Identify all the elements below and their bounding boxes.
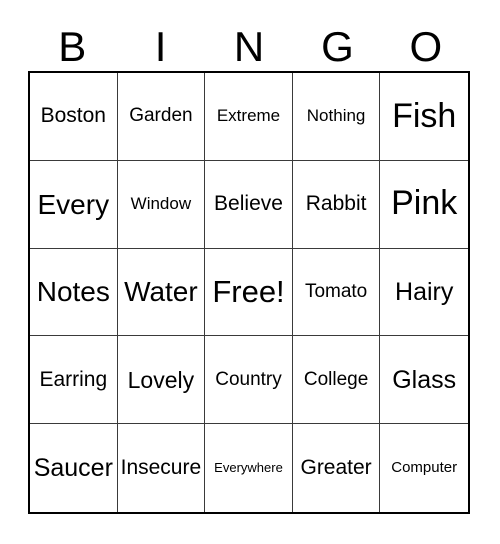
bingo-cell-label: Earring	[39, 367, 108, 391]
header-letter-b: B	[58, 22, 87, 70]
bingo-cell-label: Insecure	[120, 456, 202, 480]
bingo-cell[interactable]: Computer	[380, 424, 468, 512]
bingo-cell[interactable]: College	[292, 336, 381, 425]
bingo-cell-label: Boston	[40, 104, 106, 128]
bingo-cell[interactable]: Window	[117, 160, 206, 249]
bingo-cell[interactable]: Hairy	[380, 248, 468, 337]
bingo-cell-label: Everywhere	[214, 460, 283, 476]
bingo-cell[interactable]: Earring	[30, 336, 118, 425]
bingo-cell[interactable]: Garden	[117, 73, 206, 161]
bingo-cell-label: Computer	[391, 459, 458, 477]
header-letter-o: O	[409, 22, 443, 70]
bingo-cell-label: Saucer	[33, 453, 113, 482]
bingo-cell[interactable]: Fish	[380, 73, 468, 161]
bingo-cell[interactable]: Rabbit	[292, 160, 381, 249]
bingo-cell-label: Fish	[392, 96, 457, 135]
bingo-cell-label: Notes	[36, 276, 110, 308]
bingo-cell-label: Every	[37, 188, 110, 220]
bingo-cell[interactable]: Greater	[292, 424, 381, 512]
bingo-cell-label: Water	[124, 276, 198, 308]
bingo-cell-free-space[interactable]: Free!	[205, 248, 293, 337]
bingo-cell[interactable]: Country	[205, 336, 293, 425]
bingo-cell-label: Free!	[212, 273, 285, 309]
bingo-grid: Boston Garden Extreme Nothing Fish Every…	[28, 71, 470, 514]
bingo-cell-label: Country	[215, 368, 282, 390]
bingo-cell[interactable]: Lovely	[117, 336, 206, 425]
bingo-cell-label: Extreme	[216, 106, 281, 126]
bingo-cell-label: Tomato	[304, 281, 368, 303]
bingo-cell-label: Glass	[392, 365, 457, 394]
bingo-cell[interactable]: Pink	[380, 160, 468, 249]
bingo-cell-label: Nothing	[306, 106, 366, 126]
bingo-cell-label: Hairy	[395, 277, 454, 306]
bingo-cell-label: Lovely	[127, 366, 195, 393]
bingo-cell[interactable]: Everywhere	[205, 424, 293, 512]
bingo-cell[interactable]: Tomato	[292, 248, 381, 337]
bingo-cell[interactable]: Notes	[30, 248, 118, 337]
bingo-cell[interactable]: Extreme	[205, 73, 293, 161]
bingo-cell[interactable]: Glass	[380, 336, 468, 425]
bingo-cell[interactable]: Every	[30, 160, 118, 249]
bingo-cell[interactable]: Insecure	[117, 424, 206, 512]
bingo-cell[interactable]: Nothing	[292, 73, 381, 161]
bingo-cell[interactable]: Believe	[205, 160, 293, 249]
header-letter-n: N	[233, 22, 265, 70]
header-letter-g: G	[321, 22, 354, 70]
bingo-header: B I N G O	[28, 22, 470, 71]
bingo-cell-label: Window	[130, 194, 192, 214]
bingo-card: B I N G O Boston Garden Extreme Nothing …	[0, 0, 500, 544]
bingo-cell-label: Greater	[300, 456, 372, 480]
bingo-cell-label: College	[303, 368, 369, 390]
bingo-cell-label: Rabbit	[305, 192, 367, 216]
bingo-cell[interactable]: Saucer	[30, 424, 118, 512]
bingo-cell-label: Garden	[129, 105, 193, 127]
bingo-cell-label: Pink	[391, 184, 458, 223]
bingo-cell-label: Believe	[214, 192, 283, 216]
bingo-cell[interactable]: Boston	[30, 73, 118, 161]
bingo-cell[interactable]: Water	[117, 248, 206, 337]
header-letter-i: I	[154, 22, 167, 70]
